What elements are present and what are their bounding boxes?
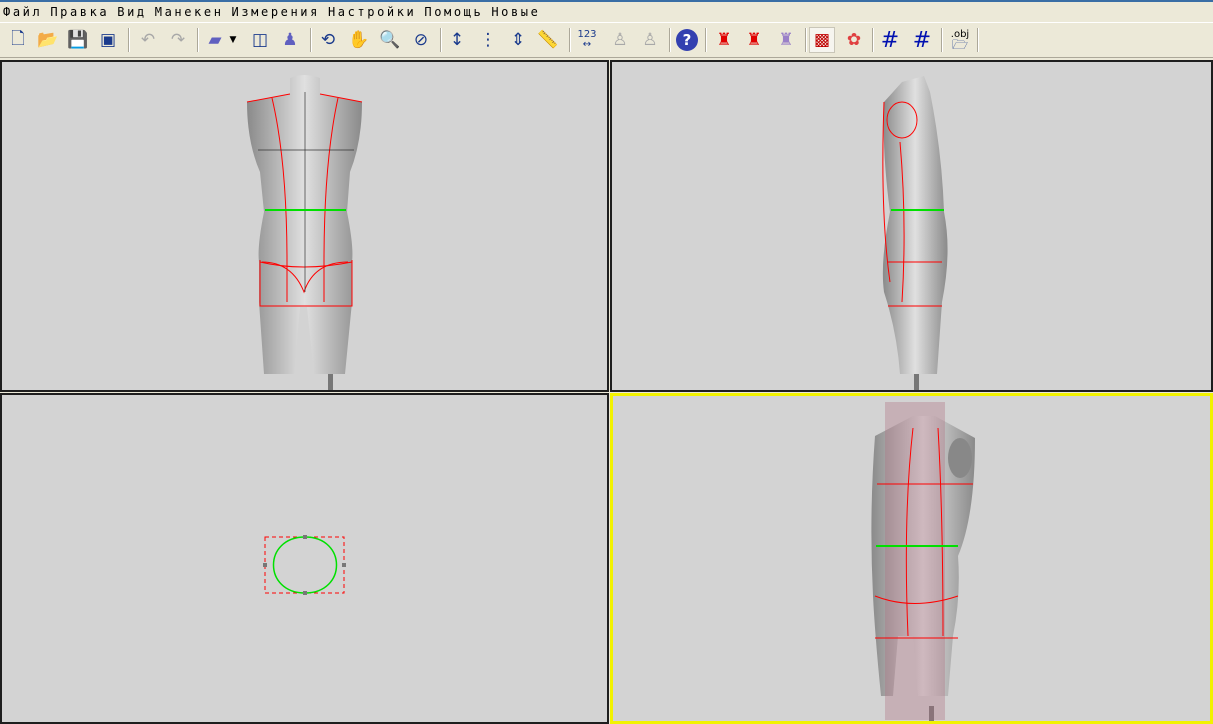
waist-cross-section bbox=[263, 535, 346, 595]
redo-icon[interactable]: ↷ bbox=[165, 27, 191, 53]
menu-edit[interactable]: Правка bbox=[50, 5, 109, 19]
torso-lines-icon[interactable]: ▩ bbox=[809, 27, 835, 53]
new-file-icon[interactable]: 🗋 bbox=[5, 27, 31, 53]
menu-help[interactable]: Помощь bbox=[424, 5, 483, 19]
numeric-measure-button[interactable]: 123 ↔ bbox=[574, 27, 600, 53]
selection-box bbox=[264, 536, 345, 594]
menu-bar: Файл Правка Вид Манекен Измерения Настро… bbox=[0, 0, 1213, 22]
folder-icon: 🗁 bbox=[951, 38, 969, 53]
add-torso-icon[interactable]: ♙ bbox=[637, 27, 663, 53]
mannequin-side-view bbox=[882, 76, 948, 390]
magnifier-icon[interactable]: 🔍 bbox=[377, 27, 403, 53]
width-arrow-icon: ↔ bbox=[582, 39, 592, 50]
viewport-front[interactable] bbox=[0, 60, 609, 392]
rotate-icon[interactable]: ⟲ bbox=[315, 27, 341, 53]
menu-file[interactable]: Файл bbox=[3, 5, 42, 19]
toolbar: 🗋 📂 💾 ▣ ↶ ↷ ▰ ▼ ◫ ♟ ⟲ ✋ 🔍 ⊘ ↕ ⋮ ⇕ 📏 123 ↔… bbox=[0, 22, 1213, 58]
help-icon[interactable]: ? bbox=[674, 27, 700, 53]
viewport-3d[interactable] bbox=[610, 393, 1213, 724]
dotted-measure-icon[interactable]: ⋮ bbox=[475, 27, 501, 53]
layout-icon[interactable]: ◫ bbox=[247, 27, 273, 53]
mannequin-body-side bbox=[882, 76, 948, 374]
menu-mannequin[interactable]: Манекен bbox=[155, 5, 224, 19]
mannequin-3d-view bbox=[871, 402, 975, 721]
torso-edit-icon[interactable]: ♜ bbox=[741, 27, 767, 53]
mannequin-select-icon[interactable]: ▰ bbox=[202, 27, 228, 53]
menu-view[interactable]: Вид bbox=[117, 5, 146, 19]
save-icon[interactable]: 💾 bbox=[65, 27, 91, 53]
undo-icon[interactable]: ↶ bbox=[135, 27, 161, 53]
grid-icon[interactable]: # bbox=[877, 27, 903, 53]
vertical-measure-icon[interactable]: ↕ bbox=[444, 27, 470, 53]
obj-import-button[interactable]: .obj 🗁 bbox=[947, 27, 973, 53]
ruler-icon[interactable]: 📏 bbox=[535, 27, 561, 53]
hand-icon[interactable]: ✋ bbox=[346, 27, 372, 53]
save-image-icon[interactable]: ▣ bbox=[95, 27, 121, 53]
grid-height-icon[interactable]: # bbox=[909, 27, 935, 53]
viewport-top[interactable] bbox=[0, 393, 609, 724]
multi-measure-icon[interactable]: ⇕ bbox=[505, 27, 531, 53]
torso-measure-icon[interactable]: ♜ bbox=[711, 27, 737, 53]
waist-contour bbox=[272, 536, 338, 594]
torso-points-icon[interactable]: ✿ bbox=[841, 27, 867, 53]
selection-highlight bbox=[885, 402, 945, 720]
menu-new[interactable]: Новые bbox=[491, 5, 540, 19]
menu-measurements[interactable]: Измерения bbox=[232, 5, 320, 19]
viewport-side[interactable] bbox=[610, 60, 1213, 392]
zoom-fit-icon[interactable]: ⊘ bbox=[408, 27, 434, 53]
torso-waist-icon[interactable]: ♜ bbox=[773, 27, 799, 53]
mannequin-body bbox=[247, 75, 362, 374]
figure-height-icon[interactable]: ♟ bbox=[277, 27, 303, 53]
menu-settings[interactable]: Настройки bbox=[328, 5, 416, 19]
chevron-down-icon[interactable]: ▼ bbox=[226, 27, 240, 53]
mannequin-front-view bbox=[246, 75, 363, 390]
torso-height-icon[interactable]: ♙ bbox=[607, 27, 633, 53]
open-folder-icon[interactable]: 📂 bbox=[35, 27, 61, 53]
